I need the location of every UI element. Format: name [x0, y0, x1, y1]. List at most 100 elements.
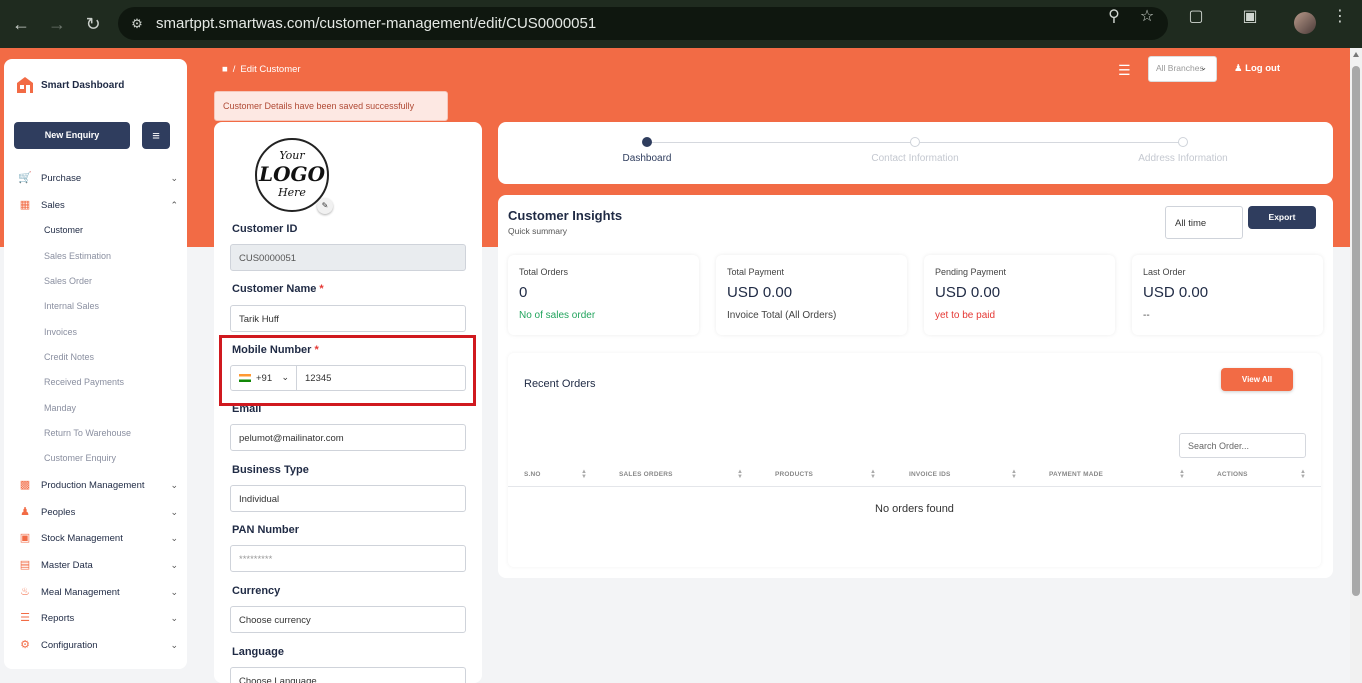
- back-icon[interactable]: ←: [10, 13, 32, 35]
- sidebar-sub-sales-estimation[interactable]: Sales Estimation: [44, 251, 111, 261]
- address-bar[interactable]: ⚙ smartppt.smartwas.com/customer-managem…: [118, 7, 1168, 40]
- cart-icon: 🛒: [18, 172, 32, 184]
- stat-note: yet to be paid: [935, 310, 996, 321]
- new-enquiry-button[interactable]: New Enquiry: [14, 122, 130, 149]
- sales-icon: ▦: [19, 199, 31, 211]
- sidebar-sub-received-payments[interactable]: Received Payments: [44, 377, 124, 387]
- zoom-icon[interactable]: ⚲: [1104, 7, 1124, 27]
- customer-name-label-text: Customer Name: [232, 283, 317, 295]
- profile-avatar[interactable]: [1294, 12, 1316, 34]
- orders-table-header: S.NO ▲ ▼ SALES ORDERS ▲ ▼ PRODUCTS ▲ ▼ INVO…: [508, 466, 1321, 487]
- menu-toggle-button[interactable]: ≡: [142, 122, 170, 149]
- sidebar-sub-customer-enquiry[interactable]: Customer Enquiry: [44, 453, 116, 463]
- column-header[interactable]: S.NO: [524, 471, 541, 478]
- search-order-input[interactable]: Search Order...: [1179, 433, 1306, 458]
- column-header[interactable]: PAYMENT MADE: [1049, 471, 1103, 478]
- customer-id-field: CUS0000051: [230, 244, 466, 271]
- sidebar-sub-credit-notes[interactable]: Credit Notes: [44, 352, 94, 362]
- export-button[interactable]: Export: [1248, 206, 1316, 229]
- stat-note: Invoice Total (All Orders): [727, 310, 837, 321]
- chevron-down-icon: ⌄: [1200, 63, 1207, 72]
- stat-label: Total Orders: [519, 267, 569, 277]
- recent-orders-title: Recent Orders: [524, 378, 596, 390]
- stat-total-payment: Total Payment USD 0.00 Invoice Total (Al…: [716, 255, 907, 335]
- extensions-icon[interactable]: ▢: [1186, 7, 1206, 27]
- people-icon: ♟: [20, 506, 30, 518]
- logo-line-3: Here: [278, 186, 306, 199]
- url-text[interactable]: smartppt.smartwas.com/customer-managemen…: [156, 15, 596, 32]
- sort-icon[interactable]: ▲ ▼: [870, 469, 876, 480]
- sort-icon[interactable]: ▲ ▼: [581, 469, 587, 480]
- factory-icon: ▩: [19, 479, 31, 491]
- customer-name-label: Customer Name *: [232, 283, 324, 295]
- sidebar-item-reports[interactable]: ☰ Reports ⌄: [18, 608, 178, 628]
- language-select[interactable]: Choose Language: [230, 667, 466, 683]
- sidebar-item-sales[interactable]: ▦ Sales ⌃: [18, 195, 178, 215]
- step-dot-dashboard[interactable]: [642, 137, 652, 147]
- column-header[interactable]: PRODUCTS: [775, 471, 813, 478]
- sidebar-sub-internal-sales[interactable]: Internal Sales: [44, 301, 99, 311]
- sidebar-item-peoples[interactable]: ♟ Peoples ⌄: [18, 502, 178, 522]
- column-header[interactable]: ACTIONS: [1217, 471, 1248, 478]
- page-scrollbar[interactable]: [1350, 48, 1362, 683]
- stat-value: USD 0.00: [727, 284, 793, 301]
- report-icon: ☰: [20, 612, 30, 624]
- required-mark: *: [319, 283, 324, 295]
- sidebar-item-label: Production Management: [41, 479, 145, 491]
- business-type-label: Business Type: [232, 464, 309, 476]
- email-field[interactable]: pelumot@mailinator.com: [230, 424, 466, 451]
- sidebar-item-stock-management[interactable]: ▣ Stock Management ⌄: [18, 528, 178, 548]
- chevron-down-icon: ⌄: [170, 532, 178, 543]
- breadcrumb: ■ / Edit Customer: [222, 64, 301, 75]
- step-dashboard[interactable]: Dashboard: [623, 153, 672, 164]
- chevron-down-icon: ⌄: [170, 506, 178, 517]
- success-toast: Customer Details have been saved success…: [214, 91, 448, 121]
- time-filter-select[interactable]: All time: [1165, 206, 1243, 239]
- business-type-field[interactable]: Individual: [230, 485, 466, 512]
- logout-link[interactable]: ♟ Log out: [1234, 63, 1280, 74]
- sort-icon[interactable]: ▲ ▼: [737, 469, 743, 480]
- bookmark-star-icon[interactable]: ☆: [1137, 7, 1157, 27]
- recent-orders: Recent Orders View All Search Order... S…: [508, 353, 1321, 567]
- reload-icon[interactable]: ↻: [82, 13, 104, 35]
- home-icon[interactable]: ■: [222, 64, 228, 75]
- brand-name: Smart Dashboard: [41, 79, 125, 91]
- logo-line-1: Your: [279, 149, 305, 162]
- sidebar-sub-customer[interactable]: Customer: [44, 225, 83, 235]
- step-address-information[interactable]: Address Information: [1138, 153, 1228, 164]
- customer-name-field[interactable]: Tarik Huff: [230, 305, 466, 332]
- sidebar-item-production-management[interactable]: ▩ Production Management ⌄: [18, 475, 178, 495]
- tab-search-icon[interactable]: ▣: [1240, 7, 1260, 27]
- brand[interactable]: Smart Dashboard: [15, 75, 124, 95]
- pan-number-field[interactable]: *********: [230, 545, 466, 572]
- stat-total-orders: Total Orders 0 No of sales order: [508, 255, 699, 335]
- sort-icon[interactable]: ▲ ▼: [1011, 469, 1017, 480]
- sidebar-item-label: Peoples: [41, 506, 76, 518]
- sidebar-sub-manday[interactable]: Manday: [44, 403, 76, 413]
- sidebar-item-purchase[interactable]: 🛒 Purchase ⌄: [18, 168, 178, 188]
- step-dot-address[interactable]: [1178, 137, 1188, 147]
- currency-select[interactable]: Choose currency: [230, 606, 466, 633]
- forward-icon[interactable]: →: [46, 13, 68, 35]
- sidebar-sub-sales-order[interactable]: Sales Order: [44, 276, 92, 286]
- edit-logo-icon[interactable]: ✎: [317, 198, 333, 214]
- column-header[interactable]: INVOICE IDS: [909, 471, 951, 478]
- step-connector: [920, 142, 1182, 143]
- sidebar-sub-return-to-warehouse[interactable]: Return To Warehouse: [44, 428, 131, 438]
- view-all-button[interactable]: View All: [1221, 368, 1293, 391]
- scroll-thumb[interactable]: [1352, 66, 1360, 596]
- column-header[interactable]: SALES ORDERS: [619, 471, 673, 478]
- branch-select[interactable]: All Branches ⌄: [1148, 56, 1217, 82]
- sidebar-item-meal-management[interactable]: ♨ Meal Management ⌄: [18, 582, 178, 602]
- hamburger-icon[interactable]: ☰: [1118, 62, 1131, 79]
- sidebar-item-configuration[interactable]: ⚙ Configuration ⌄: [18, 635, 178, 655]
- sidebar-item-master-data[interactable]: ▤ Master Data ⌄: [18, 555, 178, 575]
- sort-icon[interactable]: ▲ ▼: [1300, 469, 1306, 480]
- site-settings-icon[interactable]: ⚙: [128, 15, 146, 33]
- sidebar-sub-invoices[interactable]: Invoices: [44, 327, 77, 337]
- more-menu-icon[interactable]: ⋮: [1330, 7, 1350, 27]
- sort-icon[interactable]: ▲ ▼: [1179, 469, 1185, 480]
- scroll-up-icon[interactable]: [1353, 52, 1359, 57]
- step-contact-information[interactable]: Contact Information: [871, 153, 958, 164]
- step-dot-contact[interactable]: [910, 137, 920, 147]
